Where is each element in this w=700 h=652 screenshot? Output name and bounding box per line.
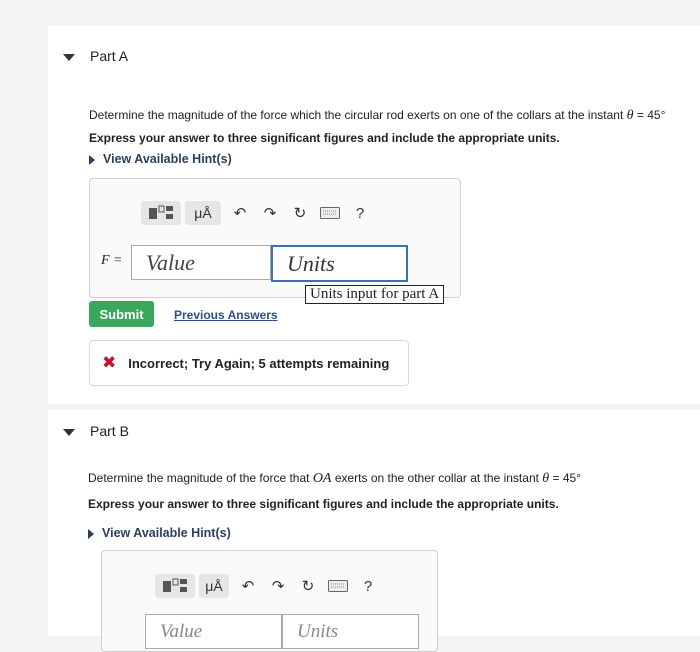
part-b-title: Part B — [90, 423, 129, 439]
part-a-toolbar: μÅ ↶ ↷ ↻ ? — [141, 201, 375, 225]
expand-arrow-icon — [88, 528, 94, 539]
units-button[interactable]: μÅ — [185, 201, 221, 225]
part-b-question: Determine the magnitude of the force tha… — [88, 471, 582, 486]
part-a-instruction: Express your answer to three significant… — [89, 131, 560, 145]
expand-arrow-icon — [89, 154, 95, 165]
templates-button[interactable] — [141, 201, 181, 225]
keyboard-icon[interactable] — [323, 574, 353, 598]
part-b-hint-link[interactable]: View Available Hint(s) — [88, 526, 231, 540]
units-input[interactable]: Units — [282, 614, 419, 649]
undo-icon[interactable]: ↶ — [233, 574, 263, 598]
submit-button[interactable]: Submit — [89, 301, 154, 327]
units-symbol: μÅ — [194, 205, 212, 221]
part-a-question: Determine the magnitude of the force whi… — [89, 108, 666, 123]
redo-icon[interactable]: ↷ — [263, 574, 293, 598]
collapse-arrow-icon[interactable] — [63, 54, 75, 61]
redo-icon[interactable]: ↷ — [255, 201, 285, 225]
part-a-hint-link[interactable]: View Available Hint(s) — [89, 152, 232, 166]
help-button[interactable]: ? — [353, 574, 383, 598]
variable-label: F = — [101, 253, 123, 268]
part-b-toolbar: μÅ ↶ ↷ ↻ ? — [155, 574, 383, 598]
reset-icon[interactable]: ↻ — [293, 574, 323, 598]
help-button[interactable]: ? — [345, 201, 375, 225]
templates-icon — [149, 205, 173, 219]
units-input[interactable]: Units — [271, 245, 408, 282]
part-b-instruction: Express your answer to three significant… — [88, 497, 559, 511]
undo-icon[interactable]: ↶ — [225, 201, 255, 225]
units-tooltip: Units input for part A — [305, 285, 445, 304]
value-input[interactable]: Value — [145, 614, 282, 649]
reset-icon[interactable]: ↻ — [285, 201, 315, 225]
incorrect-icon: ✖ — [102, 353, 117, 372]
units-button[interactable]: μÅ — [199, 574, 229, 598]
collapse-arrow-icon[interactable] — [63, 429, 75, 436]
previous-answers-link[interactable]: Previous Answers — [174, 308, 278, 322]
templates-button[interactable] — [155, 574, 195, 598]
keyboard-icon[interactable] — [315, 201, 345, 225]
units-symbol: μÅ — [205, 578, 223, 594]
feedback-message: ✖ Incorrect; Try Again; 5 attempts remai… — [89, 340, 409, 386]
templates-icon — [163, 578, 187, 592]
part-a-title: Part A — [90, 48, 129, 64]
value-input[interactable]: Value — [131, 245, 271, 280]
